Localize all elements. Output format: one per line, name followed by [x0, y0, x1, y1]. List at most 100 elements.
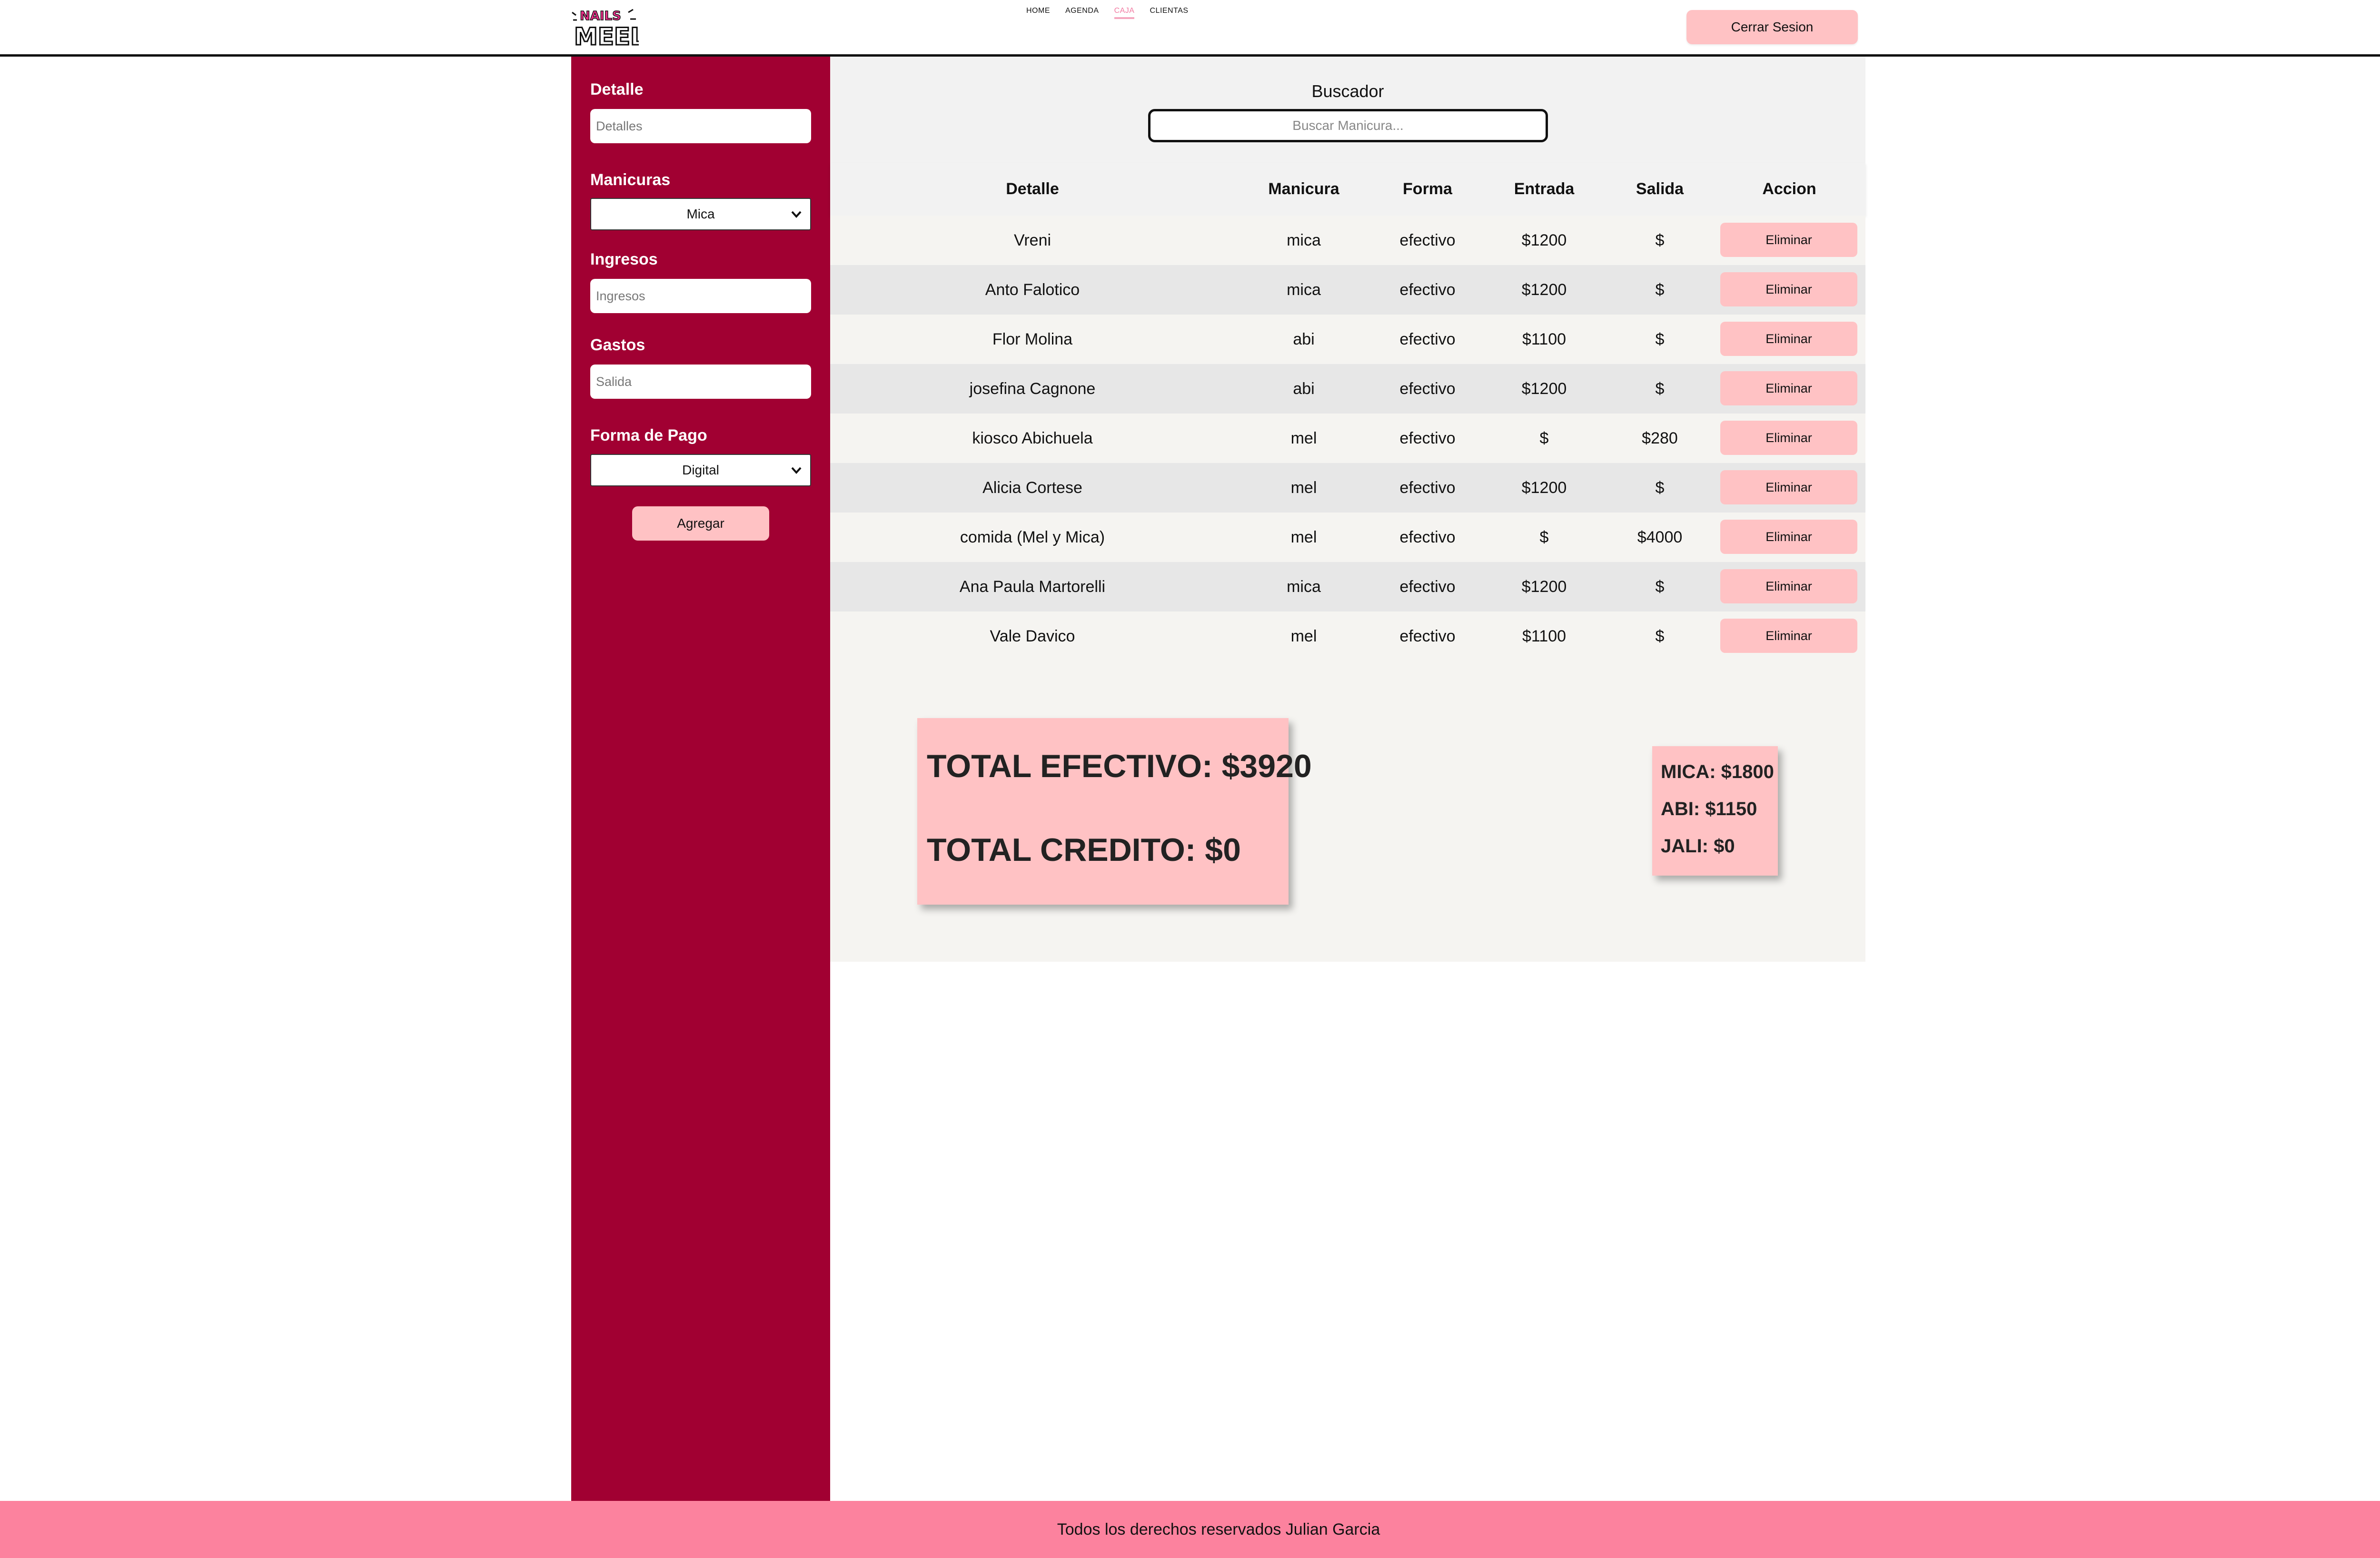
search-title: Buscador: [1311, 81, 1384, 101]
cell-manicura: abi: [1293, 379, 1315, 398]
cell-entrada: $1200: [1521, 231, 1567, 249]
table-row: Ana Paula Martorelli mica efectivo $1200 $ El…: [830, 562, 1865, 611]
delete-button[interactable]: Eliminar: [1720, 223, 1857, 257]
cell-forma: efectivo: [1399, 429, 1456, 447]
cell-forma: efectivo: [1399, 577, 1456, 596]
col-header-manicura: Manicura: [1268, 179, 1339, 198]
cell-salida: $280: [1642, 429, 1678, 447]
nav-caja[interactable]: CAJA: [1114, 7, 1135, 19]
main-nav: HOME AGENDA CAJA CLIENTAS: [1026, 7, 1189, 19]
nails-meel-logo[interactable]: NAILS MEEL: [570, 6, 639, 49]
cell-entrada: $1200: [1521, 280, 1567, 299]
cell-salida: $: [1655, 330, 1665, 348]
chevron-down-icon: [791, 467, 802, 474]
cell-salida: $: [1655, 478, 1665, 497]
cell-detalle: kiosco Abichuela: [972, 429, 1093, 447]
total-credito: TOTAL CREDITO: $0: [927, 832, 1241, 868]
cell-manicura: mel: [1290, 627, 1317, 645]
footer-text: Todos los derechos reservados Julian Gar…: [1057, 1520, 1380, 1538]
totals-card: TOTAL EFECTIVO: $3920 TOTAL CREDITO: $0: [917, 718, 1312, 905]
delete-button[interactable]: Eliminar: [1720, 421, 1857, 455]
cell-forma: efectivo: [1399, 280, 1456, 299]
delete-button[interactable]: Eliminar: [1720, 619, 1857, 653]
total-efectivo: TOTAL EFECTIVO: $3920: [927, 748, 1312, 784]
table-row: Flor Molina abi efectivo $1100 $ Eliminar: [830, 315, 1865, 364]
cell-forma: efectivo: [1399, 231, 1456, 249]
table-row: Alicia Cortese mel efectivo $1200 $ Eliminar: [830, 463, 1865, 513]
table-row: kiosco Abichuela mel efectivo $ $280 Eliminar: [830, 414, 1865, 463]
staff-total-abi: ABI: $1150: [1661, 799, 1757, 819]
table-row: josefina Cagnone abi efectivo $1200 $ Elimina…: [830, 364, 1865, 414]
cell-detalle: josefina Cagnone: [969, 379, 1096, 398]
ingresos-label: Ingresos: [590, 250, 658, 268]
delete-button[interactable]: Eliminar: [1720, 520, 1857, 554]
cell-entrada: $1200: [1521, 577, 1567, 596]
cell-manicura: mel: [1290, 429, 1317, 447]
cell-detalle: Ana Paula Martorelli: [959, 577, 1106, 596]
cell-entrada: $1200: [1521, 478, 1567, 497]
cell-manicura: mica: [1287, 577, 1321, 596]
cell-entrada: $1100: [1522, 330, 1567, 348]
table-row: Vale Davico mel efectivo $1100 $ Eliminar: [830, 611, 1865, 661]
nav-home[interactable]: HOME: [1026, 7, 1050, 19]
cell-detalle: Vreni: [1013, 231, 1051, 249]
cell-forma: efectivo: [1399, 379, 1456, 398]
top-header: NAILS MEEL HOME AGENDA CAJA CLIENTAS Cer…: [0, 0, 2380, 57]
cell-manicura: mica: [1287, 280, 1321, 299]
cell-detalle: comida (Mel y Mica): [960, 528, 1105, 546]
footer: Todos los derechos reservados Julian Gar…: [0, 1501, 2380, 1558]
ingresos-input[interactable]: Ingresos: [590, 279, 811, 313]
chevron-down-icon: [791, 211, 802, 218]
search-input[interactable]: Buscar Manicura...: [1148, 109, 1548, 142]
cash-register-panel: Buscador Buscar Manicura... Detalle Mani…: [830, 57, 1865, 962]
col-header-forma: Forma: [1403, 179, 1452, 198]
cell-salida: $: [1655, 577, 1665, 596]
cell-forma: efectivo: [1399, 627, 1456, 645]
add-button[interactable]: Agregar: [632, 506, 769, 541]
cell-entrada: $1100: [1522, 627, 1567, 645]
cell-detalle: Anto Falotico: [985, 280, 1080, 299]
cell-entrada: $: [1539, 429, 1549, 447]
delete-button[interactable]: Eliminar: [1720, 569, 1857, 603]
table-row: comida (Mel y Mica) mel efectivo $ $4000 Elim…: [830, 513, 1865, 562]
logo-text-bottom: MEEL: [574, 23, 639, 49]
search-section: Buscador Buscar Manicura...: [830, 57, 1865, 162]
cell-forma: efectivo: [1399, 528, 1456, 546]
cell-detalle: Alicia Cortese: [982, 478, 1082, 497]
cell-salida: $4000: [1637, 528, 1683, 546]
nav-clientas[interactable]: CLIENTAS: [1150, 7, 1188, 19]
cell-salida: $: [1655, 231, 1665, 249]
manicuras-label: Manicuras: [590, 171, 671, 189]
cell-manicura: mel: [1290, 478, 1317, 497]
cell-detalle: Flor Molina: [992, 330, 1073, 348]
gastos-label: Gastos: [590, 336, 645, 354]
forma-pago-selected-value: Digital: [682, 463, 719, 477]
cell-manicura: abi: [1293, 330, 1315, 348]
staff-total-mica: MICA: $1800: [1661, 761, 1774, 782]
staff-totals-card: MICA: $1800 ABI: $1150 JALI: $0: [1652, 746, 1778, 876]
cell-manicura: mica: [1287, 231, 1321, 249]
cell-salida: $: [1655, 627, 1665, 645]
table-row: Anto Falotico mica efectivo $1200 $ Eliminar: [830, 265, 1865, 315]
forma-pago-label: Forma de Pago: [590, 426, 707, 444]
col-header-entrada: Entrada: [1514, 179, 1575, 198]
cell-salida: $: [1655, 280, 1665, 299]
manicuras-selected-value: Mica: [686, 207, 715, 221]
table-header: Detalle Manicura Forma Entrada Salida Ac…: [830, 162, 1865, 216]
col-header-salida: Salida: [1636, 179, 1684, 198]
entry-form-sidebar: Detalle Detalles Manicuras Mica Ingresos…: [571, 57, 830, 1501]
col-header-accion: Accion: [1762, 179, 1816, 198]
delete-button[interactable]: Eliminar: [1720, 371, 1857, 405]
detalle-input[interactable]: Detalles: [590, 109, 811, 143]
manicuras-select[interactable]: Mica: [590, 198, 811, 230]
delete-button[interactable]: Eliminar: [1720, 322, 1857, 356]
delete-button[interactable]: Eliminar: [1720, 272, 1857, 306]
gastos-input[interactable]: Salida: [590, 365, 811, 399]
delete-button[interactable]: Eliminar: [1720, 470, 1857, 504]
logout-button[interactable]: Cerrar Sesion: [1686, 10, 1858, 44]
forma-pago-select[interactable]: Digital: [590, 454, 811, 486]
cell-entrada: $: [1539, 528, 1549, 546]
nav-agenda[interactable]: AGENDA: [1065, 7, 1099, 19]
cell-salida: $: [1655, 379, 1665, 398]
col-header-detalle: Detalle: [1006, 179, 1059, 198]
